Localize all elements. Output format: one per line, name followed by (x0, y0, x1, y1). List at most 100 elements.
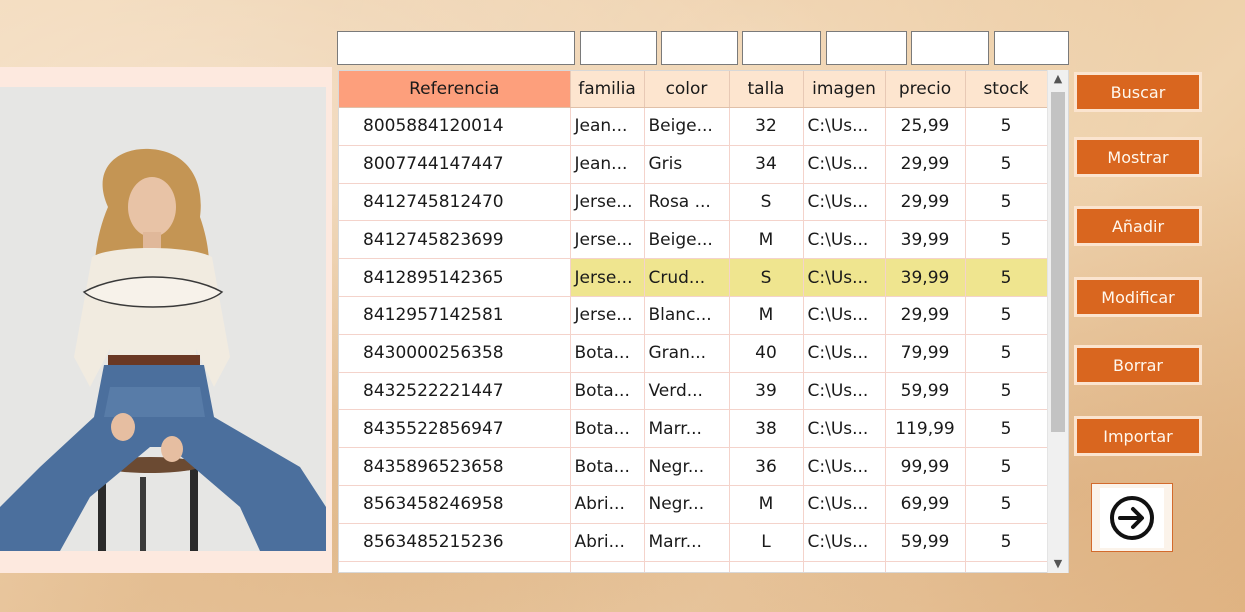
filter-referencia-input[interactable] (338, 32, 574, 64)
cell-precio[interactable]: 89,99 (885, 561, 966, 572)
cell-stock[interactable]: 5 (965, 447, 1048, 486)
filter-talla-input[interactable] (743, 32, 820, 64)
filter-imagen-input[interactable] (827, 32, 906, 64)
cell-familia[interactable]: Bota... (570, 447, 645, 486)
table-row[interactable]: 8412745823699 Jerse... Beige... M C:\Us... 39… (339, 220, 1048, 260)
scroll-up-icon[interactable]: ▲ (1048, 70, 1068, 88)
cell-stock[interactable]: 5 (965, 485, 1048, 524)
next-button[interactable] (1091, 483, 1173, 552)
scroll-thumb[interactable] (1051, 92, 1065, 432)
cell-precio[interactable]: 29,99 (885, 145, 966, 184)
column-header-referencia[interactable]: Referencia (339, 71, 571, 108)
cell-talla[interactable]: 38 (729, 409, 804, 449)
cell-talla[interactable]: 40 (729, 334, 804, 373)
cell-color[interactable]: Negr... (644, 485, 730, 524)
cell-precio[interactable]: 29,99 (885, 296, 966, 335)
cell-referencia[interactable]: 8432522221447 (339, 372, 571, 411)
cell-imagen[interactable]: C:\Us... (803, 485, 886, 524)
cell-referencia[interactable]: 8563485215236 (339, 523, 571, 562)
cell-stock[interactable]: 5 (965, 372, 1048, 411)
cell-talla[interactable]: 39 (729, 372, 804, 411)
cell-color[interactable]: Beige... (644, 107, 730, 146)
cell-color[interactable]: Negr... (644, 561, 730, 572)
cell-color[interactable]: Crud... (644, 258, 730, 297)
cell-talla[interactable]: L (729, 523, 804, 562)
cell-color[interactable]: Beige... (644, 220, 730, 260)
filter-color[interactable] (661, 31, 738, 65)
column-header-precio[interactable]: precio (885, 71, 966, 108)
table-scrollbar[interactable]: ▲ ▼ (1047, 70, 1068, 573)
cell-imagen[interactable]: C:\Us... (803, 107, 886, 146)
cell-stock[interactable]: 5 (965, 145, 1048, 184)
cell-imagen[interactable]: C:\Us... (803, 334, 886, 373)
cell-talla[interactable]: M (729, 296, 804, 335)
cell-precio[interactable]: 59,99 (885, 372, 966, 411)
cell-stock[interactable]: 5 (965, 523, 1048, 562)
cell-imagen[interactable]: C:\Us... (803, 372, 886, 411)
filter-familia-input[interactable] (581, 32, 656, 64)
table-row[interactable]: 8412895142365 Jerse... Crud... S C:\Us... 39,… (339, 258, 1048, 297)
scroll-down-icon[interactable]: ▼ (1048, 555, 1068, 573)
buscar-button[interactable]: Buscar (1074, 72, 1202, 112)
cell-precio[interactable]: 79,99 (885, 334, 966, 373)
table-row[interactable]: 8412745812470 Jerse... Rosa ... S C:\Us... 29… (339, 183, 1048, 222)
cell-precio[interactable]: 99,99 (885, 447, 966, 486)
products-table[interactable]: Referencia familia color talla imagen pr… (338, 70, 1069, 573)
cell-color[interactable]: Rosa ... (644, 183, 730, 222)
cell-referencia[interactable]: 8563458246958 (339, 485, 571, 524)
cell-precio[interactable]: 39,99 (885, 258, 966, 297)
cell-referencia[interactable]: 8430000256358 (339, 334, 571, 373)
cell-familia[interactable]: Abri... (570, 485, 645, 524)
table-row[interactable]: 8435896523658 Bota... Negr... 36 C:\Us... 99,… (339, 447, 1048, 486)
cell-familia[interactable]: Jean... (570, 145, 645, 184)
filter-precio-input[interactable] (912, 32, 988, 64)
cell-color[interactable]: Verd... (644, 372, 730, 411)
cell-precio[interactable]: 119,99 (885, 409, 966, 449)
filter-talla[interactable] (742, 31, 821, 65)
filter-familia[interactable] (580, 31, 657, 65)
table-row[interactable]: 8007744147447 Jean... Gris 34 C:\Us... 29,99 5 (339, 145, 1048, 184)
filter-stock-input[interactable] (995, 32, 1068, 64)
anadir-button[interactable]: Añadir (1074, 206, 1202, 246)
cell-precio[interactable]: 25,99 (885, 107, 966, 146)
cell-talla[interactable]: M (729, 220, 804, 260)
cell-imagen[interactable]: C:\Us... (803, 523, 886, 562)
cell-color[interactable]: Gris (644, 145, 730, 184)
table-row[interactable]: 8432522221447 Bota... Verd... 39 C:\Us... 59,… (339, 372, 1048, 411)
mostrar-button[interactable]: Mostrar (1074, 137, 1202, 177)
table-row[interactable]: 8005884120014 Jean... Beige... 32 C:\Us... 25… (339, 107, 1048, 146)
cell-referencia[interactable]: 8412745812470 (339, 183, 571, 222)
cell-imagen[interactable]: C:\Us... (803, 183, 886, 222)
column-header-stock[interactable]: stock (965, 71, 1048, 108)
cell-imagen[interactable]: C:\Us... (803, 447, 886, 486)
table-row[interactable]: 8563485215236 Abri... Marr... L C:\Us... 59,9… (339, 523, 1048, 562)
column-header-imagen[interactable]: imagen (803, 71, 886, 108)
cell-imagen[interactable]: C:\Us... (803, 258, 886, 297)
cell-precio[interactable]: 59,99 (885, 523, 966, 562)
cell-stock[interactable]: 5 (965, 107, 1048, 146)
cell-stock[interactable]: 5 (965, 183, 1048, 222)
cell-familia[interactable]: Jerse... (570, 183, 645, 222)
cell-precio[interactable]: 29,99 (885, 183, 966, 222)
table-row[interactable]: 8435522856947 Bota... Marr... 38 C:\Us... 119… (339, 409, 1048, 449)
cell-imagen[interactable]: C:\Us... (803, 145, 886, 184)
cell-imagen[interactable]: C:\Us... (803, 220, 886, 260)
cell-familia[interactable]: Jerse... (570, 296, 645, 335)
cell-familia[interactable]: Bota... (570, 409, 645, 449)
cell-talla[interactable]: 34 (729, 145, 804, 184)
cell-talla[interactable]: 32 (729, 107, 804, 146)
cell-precio[interactable]: 39,99 (885, 220, 966, 260)
filter-stock[interactable] (994, 31, 1069, 65)
table-row[interactable]: 8412957142581 Jerse... Blanc... M C:\Us... 29… (339, 296, 1048, 335)
table-row[interactable]: 8563458246958 Abri... Negr... M C:\Us... 69,9… (339, 485, 1048, 524)
cell-precio[interactable]: 69,99 (885, 485, 966, 524)
cell-stock[interactable]: 5 (965, 409, 1048, 449)
importar-button[interactable]: Importar (1074, 416, 1202, 456)
cell-color[interactable]: Marr... (644, 409, 730, 449)
cell-stock[interactable]: 5 (965, 334, 1048, 373)
cell-referencia[interactable]: 8412957142581 (339, 296, 571, 335)
cell-referencia[interactable]: 8412895142365 (339, 258, 571, 297)
column-header-familia[interactable]: familia (570, 71, 645, 108)
cell-color[interactable]: Marr... (644, 523, 730, 562)
cell-talla[interactable]: 36 (729, 447, 804, 486)
